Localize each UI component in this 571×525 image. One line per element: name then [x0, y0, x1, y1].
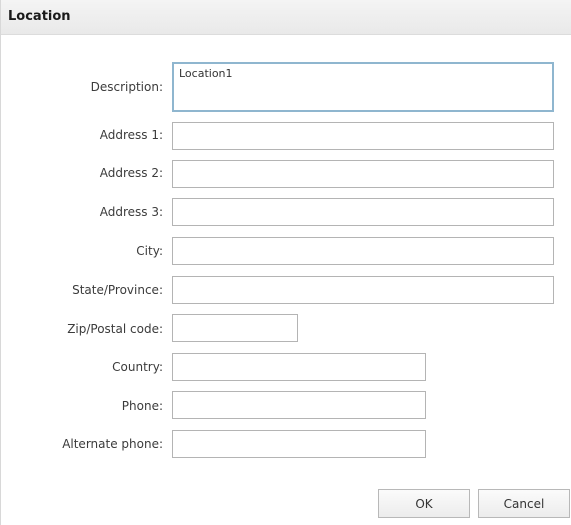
country-label: Country: [112, 360, 163, 374]
phone-label: Phone: [121, 399, 163, 413]
alternate-phone-label: Alternate phone: [62, 437, 163, 451]
dialog-title: Location [8, 9, 71, 24]
zip-postal-code-label: Zip/Postal code: [67, 322, 163, 336]
address3-field[interactable] [172, 198, 554, 226]
country-field[interactable] [172, 353, 426, 381]
description-label: Description: [90, 80, 163, 94]
ok-button[interactable]: OK [378, 489, 470, 518]
address1-label: Address 1: [99, 128, 163, 142]
state-province-label: State/Province: [72, 283, 163, 297]
address2-field[interactable] [172, 160, 554, 188]
address1-field[interactable] [172, 122, 554, 150]
zip-postal-code-field[interactable] [172, 314, 298, 342]
description-field[interactable]: Location1 [172, 62, 554, 112]
city-label: City: [136, 244, 163, 258]
location-dialog: Location Description: Location1 Address … [0, 0, 571, 525]
city-field[interactable] [172, 237, 554, 265]
alternate-phone-field[interactable] [172, 430, 426, 458]
dialog-title-bar: Location [1, 0, 571, 35]
phone-field[interactable] [172, 391, 426, 419]
cancel-button[interactable]: Cancel [478, 489, 570, 518]
address2-label: Address 2: [99, 166, 163, 180]
address3-label: Address 3: [99, 205, 163, 219]
state-province-field[interactable] [172, 276, 554, 304]
